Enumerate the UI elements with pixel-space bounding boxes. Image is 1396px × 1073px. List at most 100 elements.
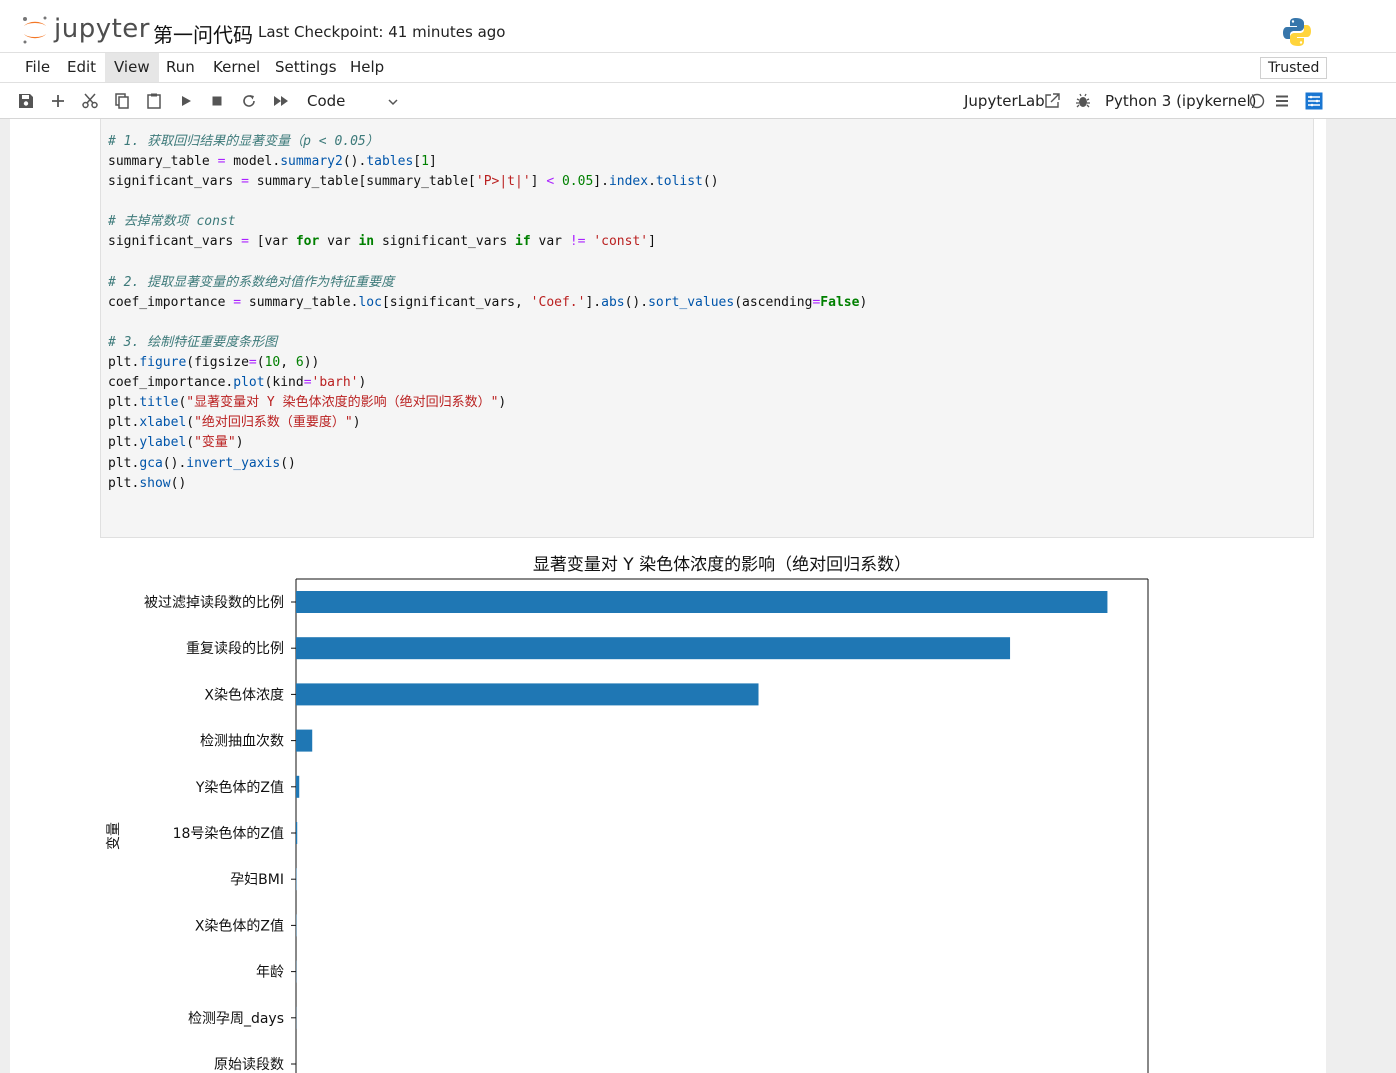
code-token: plot <box>233 375 265 391</box>
code-token: var <box>319 234 359 250</box>
code-token: )) <box>303 355 320 371</box>
code-token: show <box>139 475 171 491</box>
paste-icon[interactable] <box>145 92 163 110</box>
code-token: ( <box>256 355 265 371</box>
stop-icon[interactable] <box>208 92 226 110</box>
notebook-title[interactable]: 第一问代码 <box>153 19 253 48</box>
code-token: () <box>702 174 719 190</box>
code-line: # 1. 获取回归结果的显著变量（p < 0.05） <box>108 132 867 152</box>
save-icon[interactable] <box>17 92 35 110</box>
code-token: (). <box>162 455 187 471</box>
code-token: (). <box>342 154 367 170</box>
fast-forward-icon[interactable] <box>272 92 290 110</box>
code-token: [ <box>413 154 422 170</box>
code-token: sort_values <box>648 294 735 310</box>
code-token: significant_vars <box>108 234 242 250</box>
code-token: [significant_vars, <box>381 294 531 310</box>
code-token: figure <box>139 355 187 371</box>
code-token: = <box>248 355 257 371</box>
code-token: index <box>608 174 649 190</box>
code-token: False <box>820 294 860 310</box>
jupyter-logo-icon[interactable] <box>20 14 50 46</box>
property-inspector-icon[interactable] <box>1305 92 1323 110</box>
code-token: 'const' <box>593 234 649 250</box>
code-token: "绝对回归系数（重要度）" <box>194 415 353 431</box>
kernel-idle-circle-icon <box>1249 93 1265 109</box>
code-token: ]. <box>585 294 602 310</box>
code-line: plt.title("显著变量对 Y 染色体浓度的影响（绝对回归系数）") <box>108 393 867 413</box>
code-line: # 2. 提取显著变量的系数绝对值作为特征重要度 <box>108 273 867 293</box>
code-line: plt.xlabel("绝对回归系数（重要度）") <box>108 413 867 433</box>
code-token: [var <box>248 234 296 250</box>
list-menu-icon[interactable] <box>1273 92 1291 110</box>
menu-view[interactable]: View <box>105 53 159 82</box>
code-token: ) <box>859 294 868 310</box>
code-token: for <box>295 234 320 250</box>
restart-icon[interactable] <box>240 92 258 110</box>
menu-edit[interactable]: Edit <box>58 53 105 82</box>
code-token: ) <box>235 435 244 451</box>
code-token: () <box>280 455 296 471</box>
python-logo-icon <box>1283 18 1311 46</box>
code-token: abs <box>601 294 625 310</box>
code-token: ) <box>498 395 507 411</box>
code-token: , <box>280 355 296 371</box>
cut-icon[interactable] <box>81 92 99 110</box>
run-icon[interactable] <box>177 92 195 110</box>
code-token: ] <box>428 154 437 170</box>
code-token: ( <box>186 415 195 431</box>
code-line: # 去掉常数项 const <box>108 212 867 232</box>
code-token: () <box>170 475 187 491</box>
trusted-indicator[interactable]: Trusted <box>1260 57 1328 79</box>
code-line: # 3. 绘制特征重要度条形图 <box>108 333 867 353</box>
code-cell-editor[interactable]: # 1. 获取回归结果的显著变量（p < 0.05） summary_table … <box>100 119 1314 538</box>
bar <box>296 683 759 706</box>
code-token: ) <box>358 375 367 391</box>
code-token: (). <box>624 294 649 310</box>
code-token: tolist <box>655 174 703 190</box>
code-token: xlabel <box>139 415 187 431</box>
menu-kernel[interactable]: Kernel <box>204 53 269 82</box>
copy-icon[interactable] <box>113 92 131 110</box>
jupyter-brand: jupyter <box>54 14 150 44</box>
code-token: summary_table[summary_table[ <box>248 174 476 190</box>
code-token: ] <box>648 234 656 250</box>
y-tick-label: 原始读段数 <box>214 1056 284 1073</box>
code-token: tables <box>366 154 414 170</box>
code-token: 0.05 <box>561 174 594 190</box>
menu-settings[interactable]: Settings <box>266 53 346 82</box>
code-token: != <box>569 234 586 250</box>
code-token: = <box>241 234 249 250</box>
notebook-panel[interactable]: # 1. 获取回归结果的显著变量（p < 0.05） summary_table … <box>10 119 1326 1073</box>
y-tick-label: 检测抽血次数 <box>200 734 284 750</box>
kernel-name[interactable]: Python 3 (ipykernel) <box>1105 92 1257 110</box>
code-token: ]. <box>593 174 609 190</box>
bar <box>296 729 313 752</box>
chevron-down-icon[interactable] <box>386 95 400 109</box>
code-token: in <box>358 234 375 250</box>
code-token: = <box>241 174 249 190</box>
code-token: gca <box>139 455 163 471</box>
jupyterlab-link[interactable]: JupyterLab <box>964 92 1045 110</box>
code-token: # 1. 获取回归结果的显著变量（p < 0.05） <box>108 134 379 149</box>
bar <box>296 591 1108 613</box>
feature-importance-chart: 显著变量对 Y 染色体浓度的影响（绝对回归系数） 被过滤掉读段数的比例重复读段的比… <box>106 555 1149 1073</box>
code-token: 'Coef.' <box>530 294 586 310</box>
add-icon[interactable] <box>49 92 67 110</box>
code-text[interactable]: # 1. 获取回归结果的显著变量（p < 0.05） summary_table … <box>108 132 867 494</box>
y-tick-label: Y染色体的Z值 <box>195 779 284 796</box>
menu-run[interactable]: Run <box>157 53 204 82</box>
menu-file[interactable]: File <box>16 53 59 82</box>
chart-title: 显著变量对 Y 染色体浓度的影响（绝对回归系数） <box>533 555 911 575</box>
cell-type-select[interactable]: Code <box>307 92 345 110</box>
code-token: summary_table. <box>241 294 359 310</box>
y-tick-label: 孕妇BMI <box>230 871 284 888</box>
code-line: significant_vars = [var for var in signi… <box>108 232 867 252</box>
menu-help[interactable]: Help <box>341 53 393 82</box>
external-link-icon[interactable] <box>1043 92 1061 110</box>
code-token: plt. <box>108 475 140 491</box>
code-token: plt. <box>108 355 140 371</box>
checkpoint-status: Last Checkpoint: 41 minutes ago <box>258 23 506 41</box>
debugger-bug-icon[interactable] <box>1074 92 1092 110</box>
